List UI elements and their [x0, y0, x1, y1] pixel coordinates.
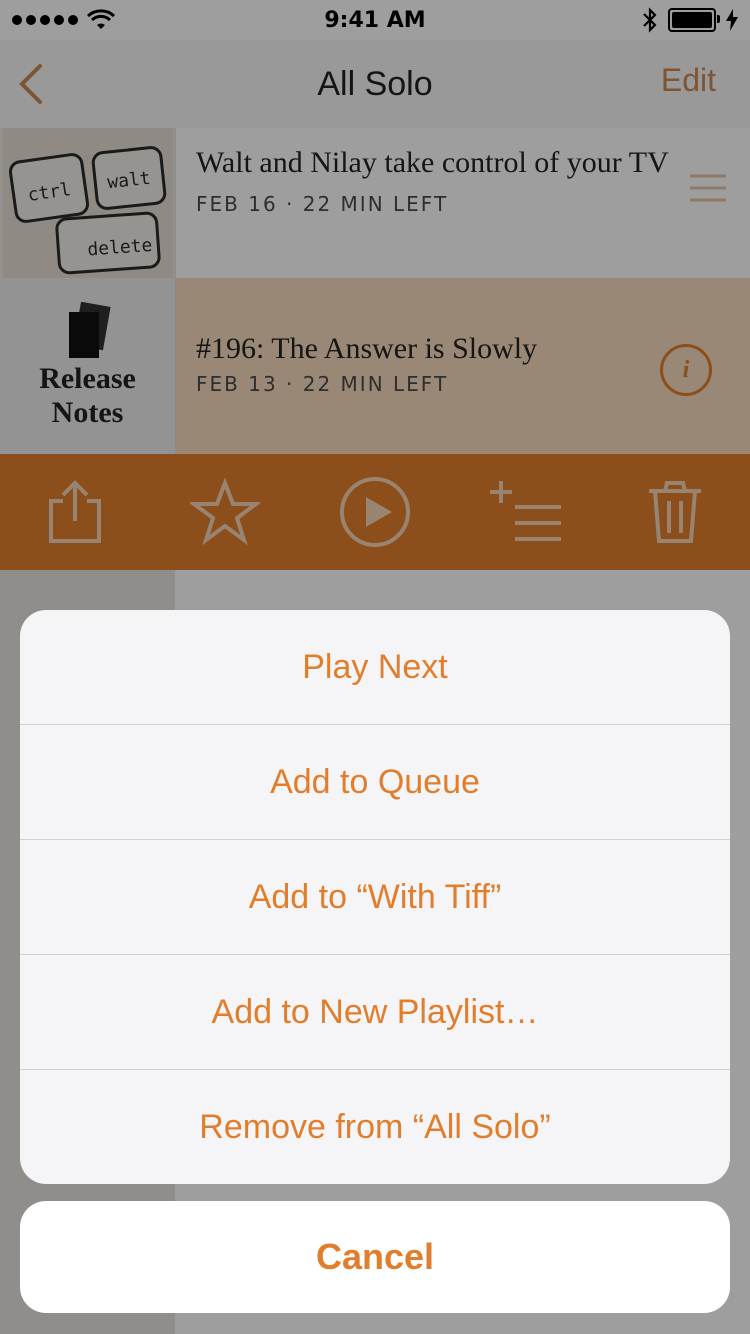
add-to-new-playlist-option[interactable]: Add to New Playlist…: [20, 955, 730, 1070]
remove-from-playlist-option[interactable]: Remove from “All Solo”: [20, 1070, 730, 1184]
play-next-option[interactable]: Play Next: [20, 610, 730, 725]
add-to-playlist-option[interactable]: Add to “With Tiff”: [20, 840, 730, 955]
action-sheet: Play Next Add to Queue Add to “With Tiff…: [20, 610, 730, 1184]
cancel-button[interactable]: Cancel: [20, 1201, 730, 1313]
add-to-queue-option[interactable]: Add to Queue: [20, 725, 730, 840]
